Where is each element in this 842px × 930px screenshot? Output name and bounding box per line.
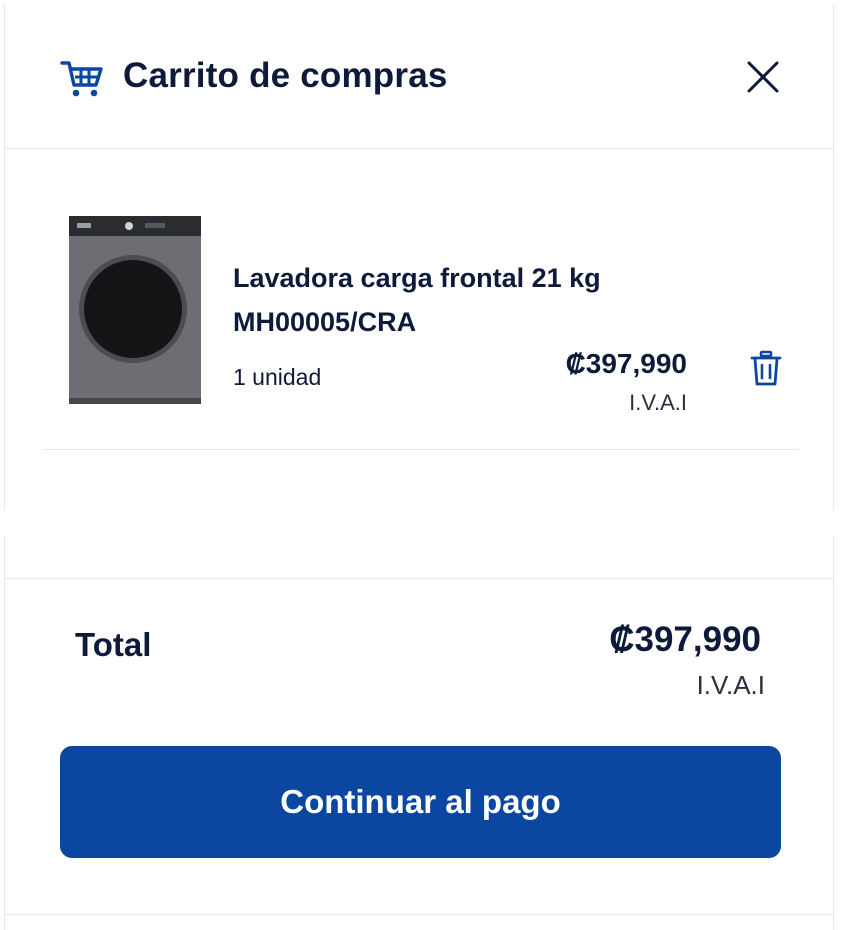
total-tax-label: I.V.A.I <box>696 670 765 700</box>
total-label: Total <box>75 626 152 663</box>
divider <box>5 914 833 915</box>
product-image[interactable] <box>67 214 203 406</box>
product-name[interactable]: Lavadora carga frontal 21 kg MH00005/CRA <box>233 256 693 344</box>
checkout-button[interactable]: Continuar al pago <box>60 746 781 858</box>
shopping-cart-icon <box>60 61 103 97</box>
item-tax-label: I.V.A.I <box>629 390 687 415</box>
close-button[interactable] <box>743 57 783 97</box>
remove-item-button[interactable] <box>749 350 783 388</box>
cart-drawer: Carrito de compras Lavadora carga fronta… <box>4 4 834 510</box>
trash-icon <box>750 350 782 386</box>
cart-header: Carrito de compras <box>5 4 833 149</box>
item-quantity: 1 unidad <box>233 364 322 390</box>
total-price: ₡397,990 <box>609 620 761 659</box>
item-price: ₡397,990 <box>565 348 687 379</box>
divider <box>5 578 833 579</box>
cart-item: Lavadora carga frontal 21 kg MH00005/CRA… <box>43 150 799 450</box>
cart-summary: Total ₡397,990 I.V.A.I Continuar al pago <box>4 536 834 930</box>
page-title: Carrito de compras <box>123 56 448 95</box>
